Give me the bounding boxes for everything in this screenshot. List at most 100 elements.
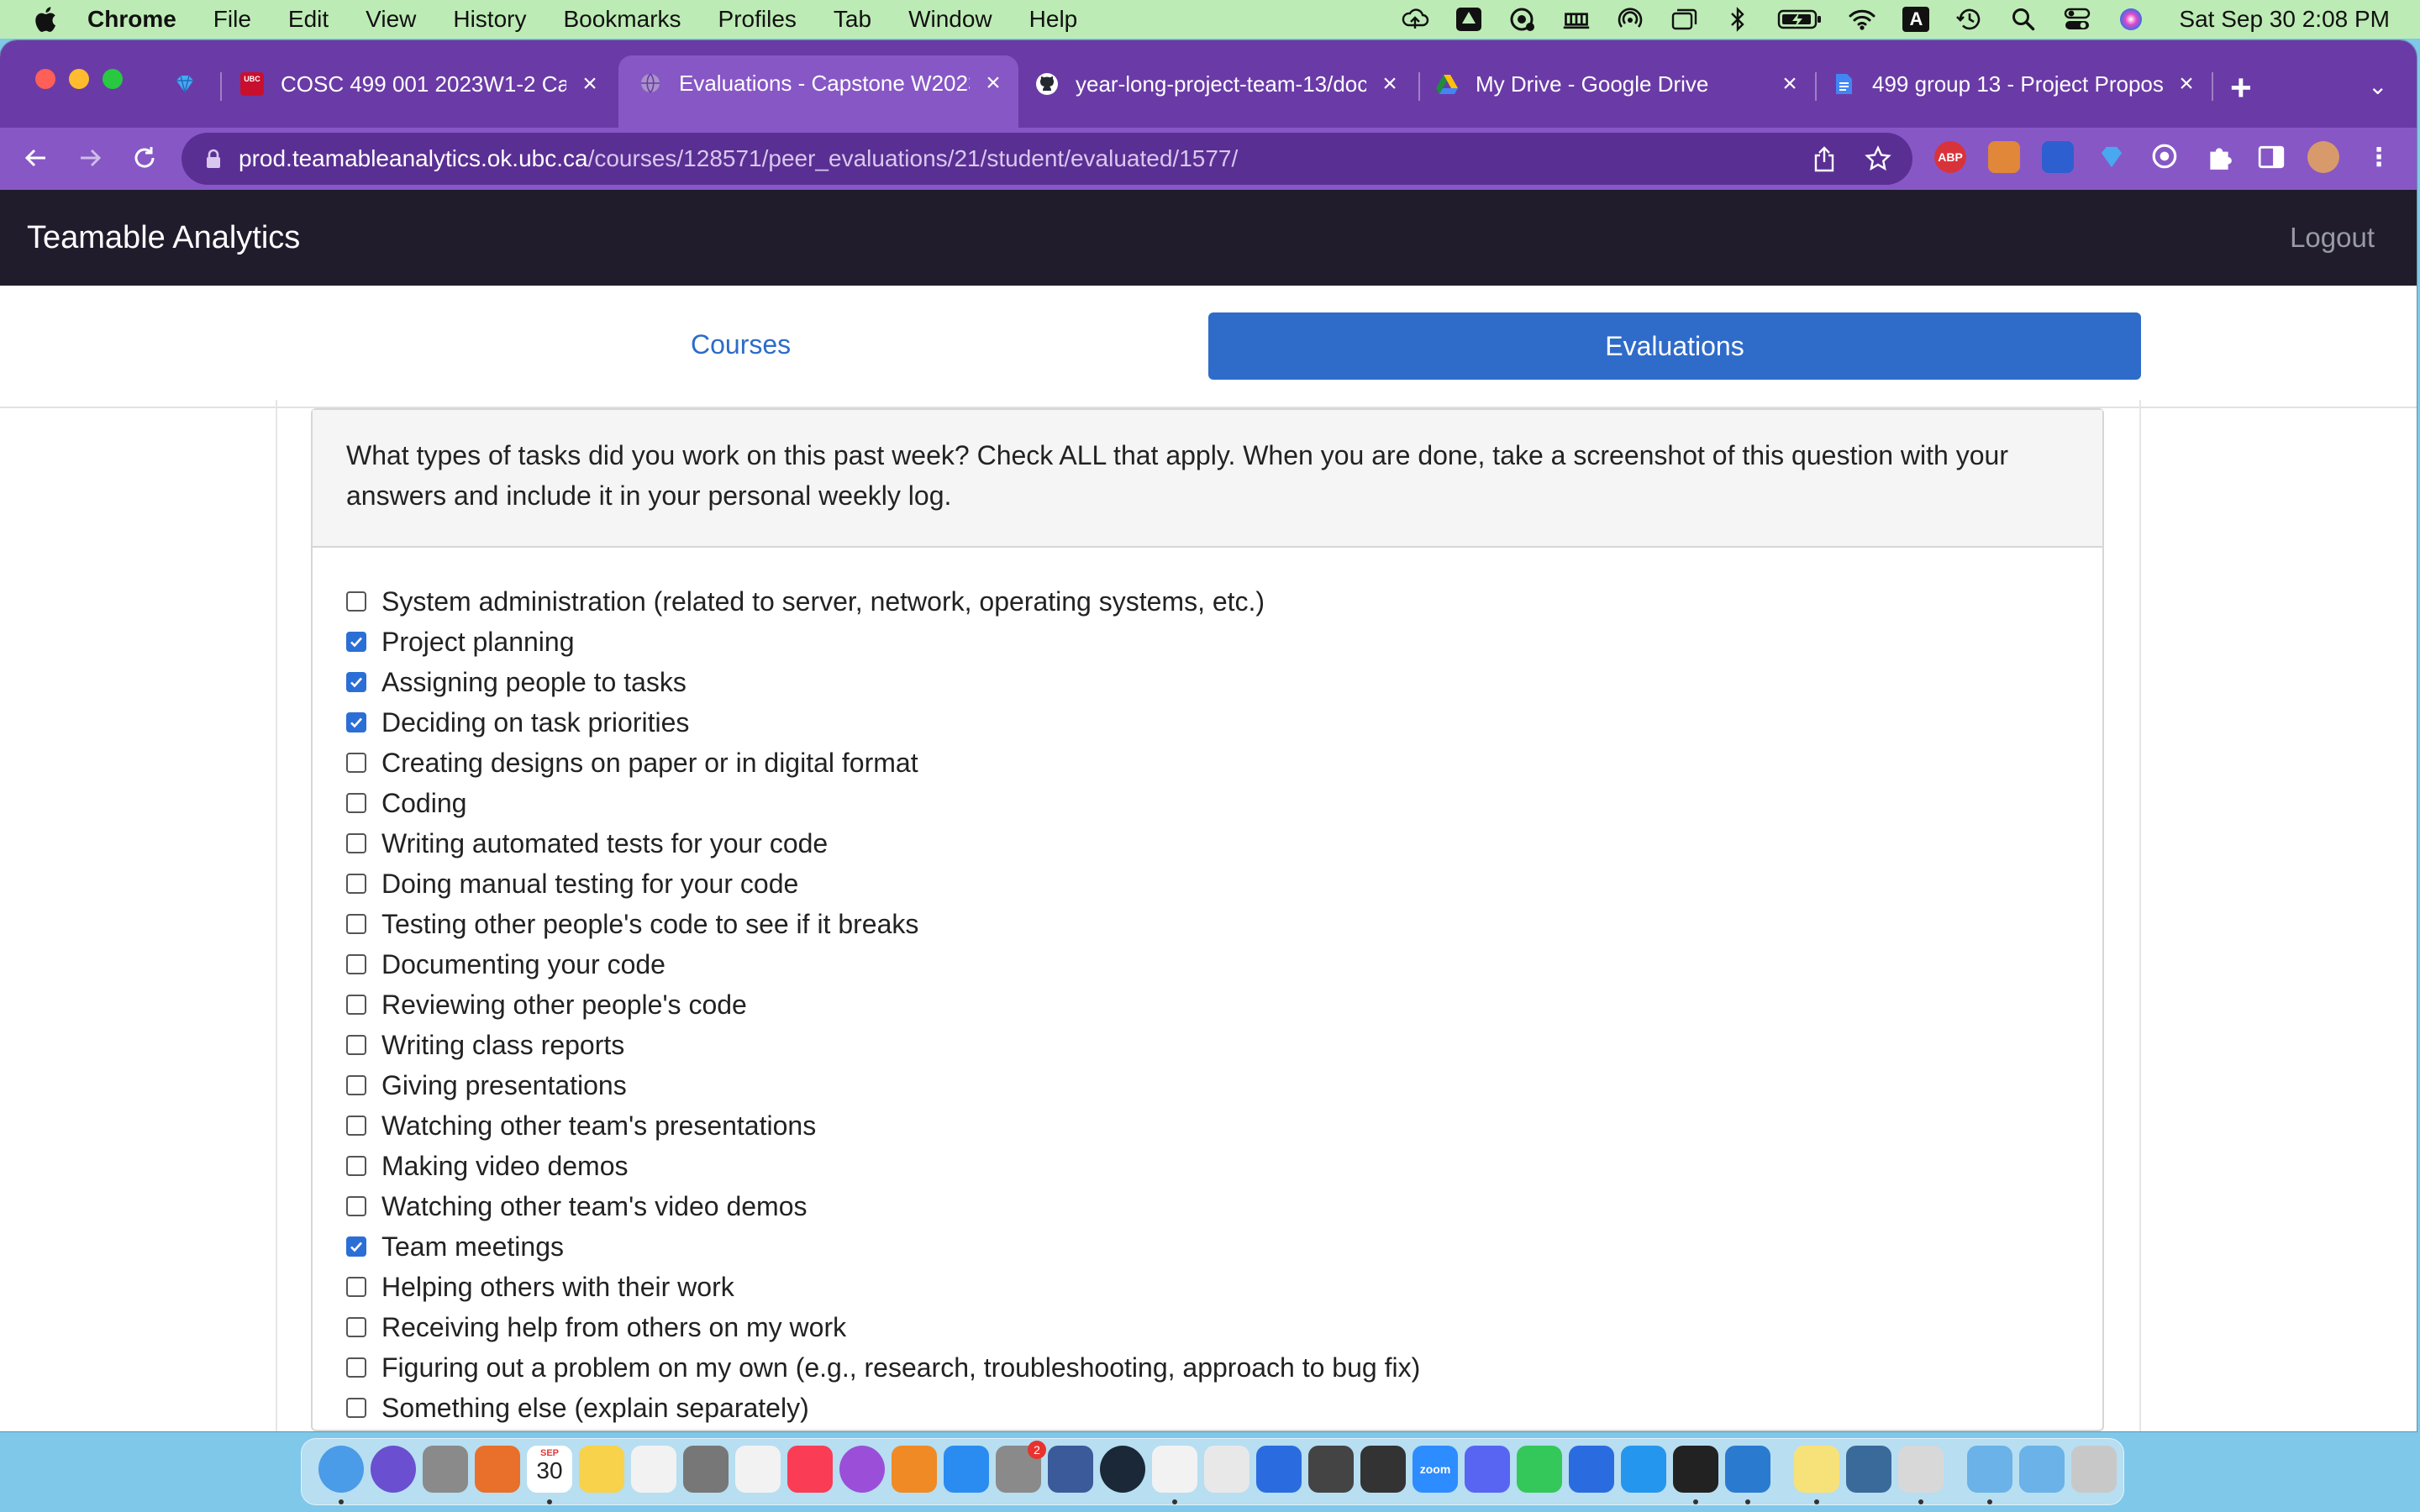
close-tab-icon[interactable]: × xyxy=(1778,70,1802,98)
podcasts-icon[interactable] xyxy=(839,1446,885,1493)
checkbox-unchecked[interactable] xyxy=(346,1196,366,1216)
downloads-folder-icon[interactable] xyxy=(1967,1446,2012,1493)
music-icon[interactable] xyxy=(787,1446,833,1493)
profile-avatar[interactable] xyxy=(2307,141,2339,173)
option-making-video-demos[interactable]: Making video demos xyxy=(346,1146,2069,1186)
option-watching-video-demos[interactable]: Watching other team's video demos xyxy=(346,1186,2069,1226)
gem-extension-icon[interactable] xyxy=(2096,141,2128,173)
bitwarden-shield-icon[interactable] xyxy=(2042,141,2074,173)
screenshot-icon[interactable] xyxy=(683,1446,729,1493)
checkbox-checked[interactable] xyxy=(346,1236,366,1257)
checkbox-unchecked[interactable] xyxy=(346,1075,366,1095)
close-tab-icon[interactable]: × xyxy=(1378,70,1402,98)
checkbox-unchecked[interactable] xyxy=(346,995,366,1015)
option-something-else[interactable]: Something else (explain separately) xyxy=(346,1388,2069,1428)
new-tab-button[interactable]: + xyxy=(2230,67,2252,109)
steam-icon[interactable] xyxy=(1100,1446,1145,1493)
preview-icon[interactable] xyxy=(1898,1446,1944,1493)
checkbox-unchecked[interactable] xyxy=(346,1317,366,1337)
launchpad-icon[interactable] xyxy=(423,1446,468,1493)
option-assigning-people[interactable]: Assigning people to tasks xyxy=(346,662,2069,702)
tab-canvas-course[interactable]: UBC COSC 499 001 2023W1-2 Capstone × xyxy=(240,57,602,111)
kamoji-icon[interactable] xyxy=(1204,1446,1249,1493)
control-center-icon[interactable] xyxy=(2063,7,2091,32)
system-settings-icon[interactable]: 2 xyxy=(996,1441,1046,1493)
tab-evaluations[interactable]: Evaluations - Capstone W2023 × xyxy=(618,55,1018,128)
app-store-icon[interactable] xyxy=(944,1446,989,1493)
checkbox-unchecked[interactable] xyxy=(346,954,366,974)
messages-icon[interactable] xyxy=(1517,1446,1562,1493)
docker-icon[interactable] xyxy=(1621,1446,1666,1493)
lock-icon[interactable] xyxy=(205,149,222,169)
address-bar[interactable]: prod.teamableanalytics.ok.ubc.ca/courses… xyxy=(182,133,1912,185)
siri-icon[interactable] xyxy=(2117,7,2145,32)
cloud-upload-icon[interactable] xyxy=(1401,7,1429,32)
option-coding[interactable]: Coding xyxy=(346,783,2069,823)
checkbox-unchecked[interactable] xyxy=(346,1277,366,1297)
option-class-reports[interactable]: Writing class reports xyxy=(346,1025,2069,1065)
close-tab-icon[interactable]: × xyxy=(2175,70,2198,98)
close-tab-icon[interactable]: × xyxy=(578,70,602,98)
menu-history[interactable]: History xyxy=(453,6,526,33)
chrome-menu-icon[interactable]: ⋮ xyxy=(2363,141,2395,173)
bookmarks-bar-icon[interactable] xyxy=(1562,7,1591,32)
pock-icon[interactable] xyxy=(1256,1446,1302,1493)
share-icon[interactable] xyxy=(1810,144,1839,173)
tab-pinned[interactable] xyxy=(173,57,203,111)
vscode-icon[interactable] xyxy=(1725,1446,1770,1493)
airdrop-icon[interactable] xyxy=(1616,7,1644,32)
close-tab-icon[interactable]: × xyxy=(981,69,1005,97)
option-giving-presentations[interactable]: Giving presentations xyxy=(346,1065,2069,1105)
checkbox-checked[interactable] xyxy=(346,712,366,732)
discord-icon[interactable] xyxy=(1465,1446,1510,1493)
back-arrow-icon[interactable] xyxy=(18,141,52,175)
photos-icon[interactable] xyxy=(735,1446,781,1493)
checkbox-unchecked[interactable] xyxy=(346,1357,366,1378)
nav-courses-link[interactable]: Courses xyxy=(691,329,791,360)
menu-window[interactable]: Window xyxy=(908,6,992,33)
option-system-administration[interactable]: System administration (related to server… xyxy=(346,581,2069,622)
calendar-icon[interactable]: SEP 30 xyxy=(527,1446,572,1493)
menu-file[interactable]: File xyxy=(213,6,251,33)
spotlight-icon[interactable] xyxy=(2009,7,2038,32)
time-machine-icon[interactable] xyxy=(1955,7,1984,32)
mysql-workbench-icon[interactable] xyxy=(1846,1446,1891,1493)
menu-tab[interactable]: Tab xyxy=(834,6,871,33)
forward-arrow-icon[interactable] xyxy=(74,141,108,175)
nav-evaluations-button[interactable]: Evaluations xyxy=(1208,312,2141,380)
option-creating-designs[interactable]: Creating designs on paper or in digital … xyxy=(346,743,2069,783)
tab-search-chevron-icon[interactable]: ⌄ xyxy=(2368,72,2387,100)
bookmark-star-icon[interactable] xyxy=(1864,144,1892,173)
checkbox-unchecked[interactable] xyxy=(346,874,366,894)
adblock-plus-icon[interactable]: ABP xyxy=(1934,141,1966,173)
option-automated-tests[interactable]: Writing automated tests for your code xyxy=(346,823,2069,864)
finder-icon[interactable] xyxy=(318,1446,364,1493)
side-panel-icon[interactable] xyxy=(2255,141,2287,173)
menu-bar-clock[interactable]: Sat Sep 30 2:08 PM xyxy=(2179,6,2390,33)
option-reviewing-code[interactable]: Reviewing other people's code xyxy=(346,984,2069,1025)
drive-icon[interactable] xyxy=(1455,7,1483,32)
tab-github[interactable]: year-long-project-team-13/docs × xyxy=(1035,57,1402,111)
checkbox-unchecked[interactable] xyxy=(346,753,366,773)
keyboard-input-icon[interactable]: A xyxy=(1902,7,1930,32)
metamask-fox-icon[interactable] xyxy=(1988,141,2020,173)
trash-icon[interactable] xyxy=(2071,1446,2117,1493)
apple-logo-icon[interactable] xyxy=(32,5,57,34)
minimize-window-button[interactable] xyxy=(69,69,89,89)
option-documenting-code[interactable]: Documenting your code xyxy=(346,944,2069,984)
chrome-icon[interactable] xyxy=(1152,1446,1197,1493)
vpn-icon[interactable] xyxy=(1508,7,1537,32)
firefox-icon[interactable] xyxy=(475,1446,520,1493)
books-icon[interactable] xyxy=(892,1446,937,1493)
menu-view[interactable]: View xyxy=(366,6,416,33)
checkbox-unchecked[interactable] xyxy=(346,1156,366,1176)
terminal-icon[interactable] xyxy=(1673,1446,1718,1493)
wifi-icon[interactable] xyxy=(1848,7,1876,32)
applications-folder-icon[interactable] xyxy=(2019,1446,2065,1493)
checkbox-unchecked[interactable] xyxy=(346,1035,366,1055)
checkbox-checked[interactable] xyxy=(346,672,366,692)
checkbox-unchecked[interactable] xyxy=(346,591,366,612)
sketch-icon[interactable] xyxy=(1308,1446,1354,1493)
stickies-icon[interactable] xyxy=(1794,1446,1839,1493)
battery-icon[interactable] xyxy=(1777,7,1823,32)
